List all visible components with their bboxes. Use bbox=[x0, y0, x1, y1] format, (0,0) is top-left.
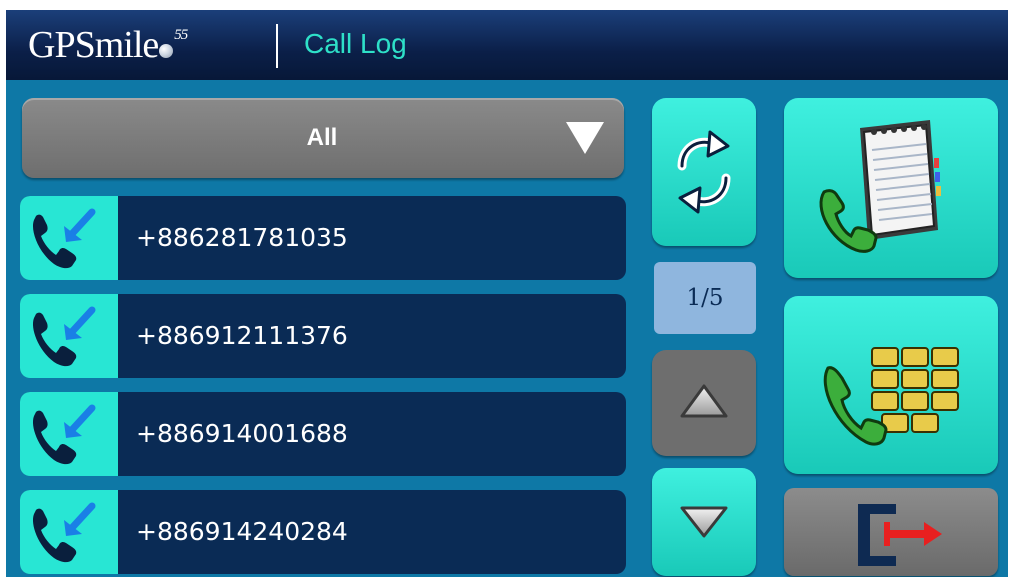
brand-superscript: 55 bbox=[174, 27, 188, 43]
call-log-row[interactable]: +886281781035 bbox=[20, 196, 626, 280]
call-filter-dropdown[interactable]: All bbox=[22, 98, 624, 178]
exit-icon bbox=[858, 504, 942, 566]
page-indicator: 1/5 bbox=[654, 262, 756, 334]
phone-number: +886912111376 bbox=[136, 321, 348, 350]
incoming-call-icon bbox=[20, 392, 118, 476]
down-arrow-icon bbox=[680, 506, 728, 538]
phone-number: +886914001688 bbox=[136, 419, 348, 448]
phone-number: +886914240284 bbox=[136, 517, 348, 546]
filter-selected-value: All bbox=[306, 124, 338, 151]
exit-button[interactable] bbox=[784, 488, 998, 576]
scroll-up-button[interactable] bbox=[652, 350, 756, 456]
incoming-call-icon bbox=[20, 490, 118, 574]
dialpad-button[interactable] bbox=[784, 296, 998, 474]
incoming-call-icon bbox=[20, 196, 118, 280]
refresh-icon bbox=[677, 130, 731, 214]
brand-ball-icon bbox=[159, 44, 174, 58]
brand-name: GPSmile bbox=[28, 24, 159, 66]
header-bar: GPSmile 55 Call Log bbox=[6, 10, 1008, 80]
brand-logo: GPSmile 55 bbox=[28, 22, 188, 68]
page-title: Call Log bbox=[304, 28, 407, 59]
contacts-button[interactable] bbox=[784, 98, 998, 278]
call-log-row[interactable]: +886914240284 bbox=[20, 490, 626, 574]
call-log-row[interactable]: +886912111376 bbox=[20, 294, 626, 378]
call-log-screen: GPSmile 55 Call Log All +886281781035 +88 bbox=[6, 10, 1008, 577]
incoming-call-icon bbox=[20, 294, 118, 378]
scroll-down-button[interactable] bbox=[652, 468, 756, 576]
up-arrow-icon bbox=[680, 384, 728, 418]
call-log-row[interactable]: +886914001688 bbox=[20, 392, 626, 476]
header-divider bbox=[276, 24, 278, 68]
dialpad-icon bbox=[823, 347, 959, 446]
phone-number: +886281781035 bbox=[136, 223, 348, 252]
refresh-button[interactable] bbox=[652, 98, 756, 246]
dropdown-arrow-icon bbox=[566, 122, 604, 154]
contacts-phonebook-icon bbox=[819, 120, 941, 253]
